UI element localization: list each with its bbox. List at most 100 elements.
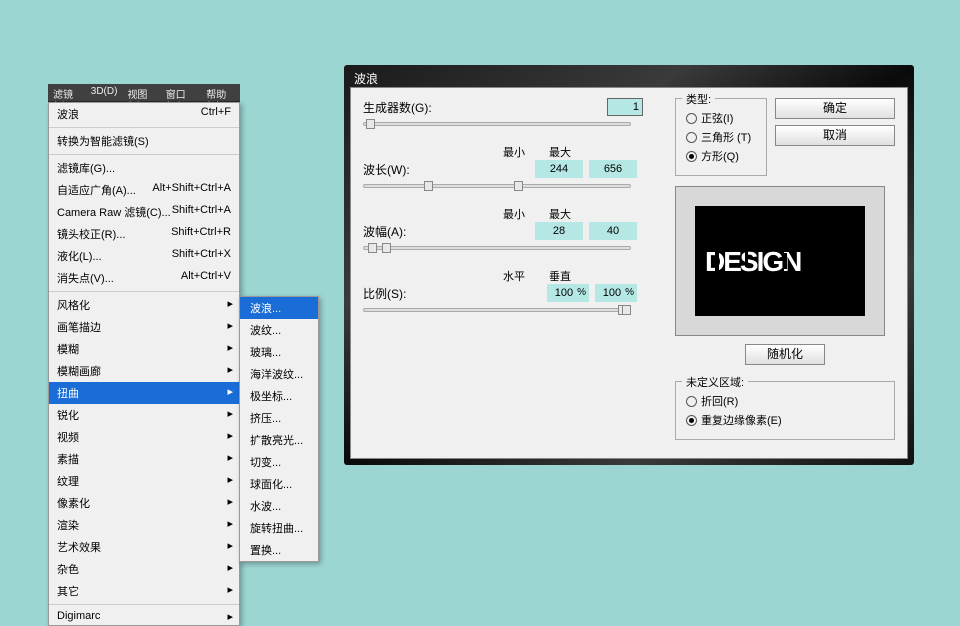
submenu-item[interactable]: 切变... (240, 451, 318, 473)
menubar[interactable]: 滤镜(T) 3D(D) 视图(V) 窗口(W) 帮助(H) (48, 84, 240, 102)
menu-item[interactable]: 液化(L)...Shift+Ctrl+X (49, 245, 239, 267)
submenu-item[interactable]: 水波... (240, 495, 318, 517)
chevron-right-icon: ▸ (227, 341, 233, 354)
menu-item[interactable]: 滤镜库(G)... (49, 157, 239, 179)
menu-item-label: 渲染 (57, 517, 79, 533)
menu-item[interactable]: 其它▸ (49, 580, 239, 602)
radio-repeat-edge[interactable]: 重复边缘像素(E) (686, 412, 884, 428)
chevron-right-icon: ▸ (227, 407, 233, 420)
scale-slider[interactable] (363, 308, 631, 312)
dialog-body: 生成器数(G): 最小 最大 波长(W): 244 656 最小 最大 波 (350, 87, 908, 459)
wavelength-label: 波长(W): (363, 161, 453, 178)
menu-item-label: 滤镜库(G)... (57, 160, 115, 176)
menu-item[interactable]: 像素化▸ (49, 492, 239, 514)
menu-item-shortcut: Alt+Ctrl+V (181, 270, 231, 286)
menu-view[interactable]: 视图(V) (122, 84, 160, 101)
menu-item-last-filter[interactable]: 波浪 Ctrl+F (49, 103, 239, 125)
menu-item[interactable]: 视频▸ (49, 426, 239, 448)
menu-item[interactable]: 自适应广角(A)... Alt+Shift+Ctrl+A (49, 179, 239, 201)
amplitude-label: 波幅(A): (363, 223, 453, 240)
menu-item-label: Digimarc (57, 610, 100, 622)
menu-item[interactable]: 杂色▸ (49, 558, 239, 580)
horiz-label: 水平 (503, 268, 525, 284)
generators-label: 生成器数(G): (363, 99, 453, 116)
radio-icon (686, 113, 697, 124)
menu-item[interactable]: 纹理▸ (49, 470, 239, 492)
submenu-item[interactable]: 置换... (240, 539, 318, 561)
menu-item-label: 画笔描边 (57, 319, 101, 335)
undefined-area-group: 未定义区域: 折回(R) 重复边缘像素(E) (675, 381, 895, 440)
menu-item[interactable]: 渲染 ▸ (49, 514, 239, 536)
menu-item-label: 扭曲 (57, 385, 79, 401)
submenu-item[interactable]: 海洋波纹... (240, 363, 318, 385)
menu-item[interactable]: 镜头校正(R)... Shift+Ctrl+R (49, 223, 239, 245)
max-label: 最大 (549, 144, 571, 160)
submenu-item[interactable]: 扩散亮光... (240, 429, 318, 451)
submenu-item[interactable]: 旋转扭曲... (240, 517, 318, 539)
submenu-item[interactable]: 挤压... (240, 407, 318, 429)
menu-item[interactable]: Camera Raw 滤镜(C)...Shift+Ctrl+A (49, 201, 239, 223)
radio-square[interactable]: 方形(Q) (686, 148, 756, 164)
menu-item[interactable]: 素描▸ (49, 448, 239, 470)
generators-slider[interactable] (363, 122, 631, 126)
submenu-item[interactable]: 波纹... (240, 319, 318, 341)
undefined-area-title: 未定义区域: (682, 374, 748, 390)
menu-item[interactable]: 模糊 ▸ (49, 338, 239, 360)
menu-window[interactable]: 窗口(W) (161, 84, 202, 101)
menu-item-shortcut: Shift+Ctrl+X (172, 248, 231, 264)
menu-item-digimarc[interactable]: Digimarc▸ (49, 607, 239, 625)
menu-item-label: 自适应广角(A)... (57, 182, 136, 198)
menu-item-shortcut: Shift+Ctrl+R (171, 226, 231, 242)
scale-horiz-value[interactable]: 100 % (547, 284, 589, 302)
chevron-right-icon: ▸ (227, 451, 233, 464)
radio-triangle[interactable]: 三角形 (T) (686, 129, 756, 145)
menu-item[interactable]: 消失点(V)...Alt+Ctrl+V (49, 267, 239, 289)
chevron-right-icon: ▸ (227, 517, 233, 530)
submenu-item[interactable]: 玻璃... (240, 341, 318, 363)
menu-item-label: Camera Raw 滤镜(C)... (57, 204, 171, 220)
radio-sine[interactable]: 正弦(I) (686, 110, 756, 126)
menu-item[interactable]: 风格化▸ (49, 294, 239, 316)
amplitude-slider[interactable] (363, 246, 631, 250)
radio-label: 正弦(I) (701, 110, 733, 126)
menu-item-label: 纹理 (57, 473, 79, 489)
submenu-item[interactable]: 波浪... (240, 297, 318, 319)
radio-label: 折回(R) (701, 393, 738, 409)
amplitude-max-value[interactable]: 40 (589, 222, 637, 240)
menu-item-label: 镜头校正(R)... (57, 226, 125, 242)
randomize-button[interactable]: 随机化 (745, 344, 825, 365)
menu-item-shortcut: Alt+Shift+Ctrl+A (152, 182, 231, 198)
menu-item[interactable]: 锐化▸ (49, 404, 239, 426)
menu-item[interactable]: 画笔描边▸ (49, 316, 239, 338)
generators-input[interactable] (607, 98, 643, 116)
cancel-button[interactable]: 取消 (775, 125, 895, 146)
amplitude-min-value[interactable]: 28 (535, 222, 583, 240)
menu-filter[interactable]: 滤镜(T) (48, 84, 86, 101)
ok-button[interactable]: 确定 (775, 98, 895, 119)
chevron-right-icon: ▸ (227, 385, 233, 398)
scale-vert-value[interactable]: 100 % (595, 284, 637, 302)
menu-item-label: 艺术效果 (57, 539, 101, 555)
min-label: 最小 (503, 144, 525, 160)
chevron-right-icon: ▸ (227, 429, 233, 442)
menu-item-label: 风格化 (57, 297, 90, 313)
menu-item[interactable]: 模糊画廊▸ (49, 360, 239, 382)
menu-item[interactable]: 艺术效果▸ (49, 536, 239, 558)
wave-dialog: 波浪 生成器数(G): 最小 最大 波长(W): 244 656 最小 (344, 65, 914, 465)
menu-3d[interactable]: 3D(D) (86, 84, 123, 101)
menu-help[interactable]: 帮助(H) (201, 84, 240, 101)
separator (49, 604, 239, 605)
menu-item-label: 杂色 (57, 561, 79, 577)
menu-item-smart-filter[interactable]: 转换为智能滤镜(S) (49, 130, 239, 152)
menu-item-label: 模糊 (57, 341, 79, 357)
wavelength-max-value[interactable]: 656 (589, 160, 637, 178)
preview-panel: DESIGN (675, 186, 885, 336)
menu-item-label: 波浪 (57, 106, 79, 122)
wavelength-min-value[interactable]: 244 (535, 160, 583, 178)
menu-item[interactable]: 扭曲 ▸ (49, 382, 239, 404)
submenu-item[interactable]: 球面化... (240, 473, 318, 495)
chevron-right-icon: ▸ (227, 363, 233, 376)
wavelength-slider[interactable] (363, 184, 631, 188)
radio-wrap[interactable]: 折回(R) (686, 393, 884, 409)
submenu-item[interactable]: 极坐标... (240, 385, 318, 407)
